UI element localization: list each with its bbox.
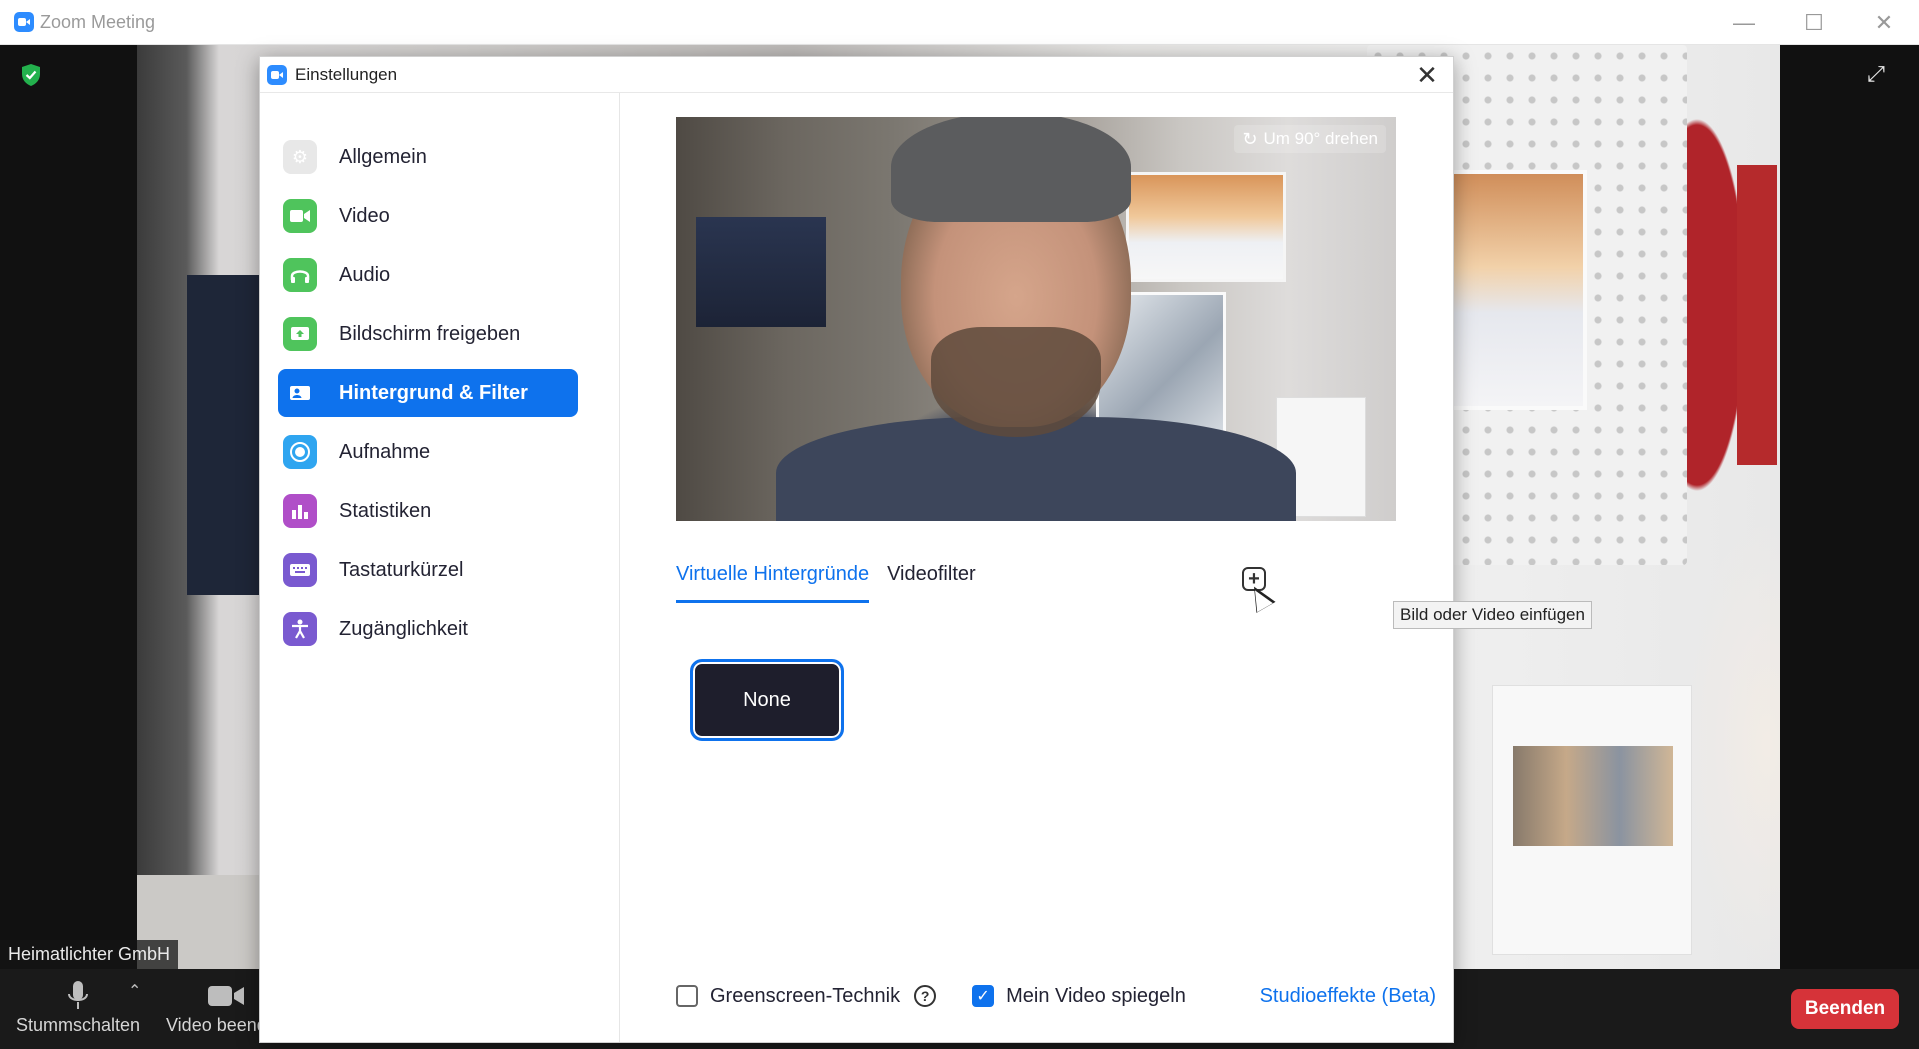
sidebar-item-label: Audio [339,263,391,286]
sidebar-item-zugaenglichkeit[interactable]: Zugänglichkeit [278,605,578,653]
rotate-label: Um 90° drehen [1263,129,1378,148]
settings-dialog: Einstellungen ✕ ⚙ Allgemein Video Audio … [259,56,1592,1043]
share-screen-icon [283,317,317,351]
video-camera-icon [206,977,246,1015]
video-background-poster [1437,170,1587,410]
add-background-tooltip: Bild oder Video einfügen [1393,601,1592,629]
participant-name-label: Heimatlichter GmbH [0,940,179,970]
audio-options-chevron-up-icon[interactable]: ⌃ [128,981,141,1001]
preview-painting [696,217,826,327]
rotate-icon: ↻ [1242,128,1258,149]
mute-label: Stummschalten [16,1015,141,1035]
sidebar-item-label: Hintergrund & Filter [339,381,528,404]
sidebar-item-label: Bildschirm freigeben [339,322,521,345]
microphone-icon [58,977,98,1015]
sidebar-item-hintergrund-filter[interactable]: Hintergrund & Filter [278,369,578,417]
preview-person-cap [891,117,1131,222]
greenscreen-label[interactable]: Greenscreen-Technik [710,985,900,1008]
studio-effects-link[interactable]: Studioeffekte (Beta) [1260,985,1436,1008]
settings-content: ↻ Um 90° drehen Virtuelle Hintergründe V… [621,93,1592,1042]
video-camera-icon [283,199,317,233]
minimize-button[interactable]: — [1709,0,1779,45]
fullscreen-icon[interactable]: ⤢ [1863,61,1889,87]
window-title: Zoom Meeting [40,11,156,32]
sidebar-item-label: Statistiken [339,499,432,522]
tab-virtual-backgrounds[interactable]: Virtuelle Hintergründe [676,563,870,603]
window-controls: — ☐ ✕ [1709,0,1919,45]
background-tabs: Virtuelle Hintergründe Videofilter [676,563,994,603]
background-options-bar: Greenscreen-Technik ? ✓ Mein Video spieg… [676,981,1436,1011]
close-window-button[interactable]: ✕ [1849,0,1919,45]
sidebar-item-statistiken[interactable]: Statistiken [278,487,578,535]
preview-person-beard [931,327,1101,437]
close-settings-button[interactable]: ✕ [1411,59,1443,91]
zoom-app-icon [267,64,287,85]
sidebar-item-aufnahme[interactable]: Aufnahme [278,428,578,476]
rotate-video-button[interactable]: ↻ Um 90° drehen [1234,125,1386,153]
statistics-icon [283,494,317,528]
mirror-video-checkbox[interactable]: ✓ [972,985,995,1007]
keyboard-icon [283,553,317,587]
sidebar-item-label: Zugänglichkeit [339,617,468,640]
record-icon [283,435,317,469]
video-background-red-panel [1737,165,1777,465]
window-titlebar: Zoom Meeting — ☐ ✕ [0,0,1919,45]
sidebar-item-label: Allgemein [339,145,427,168]
sidebar-item-allgemein[interactable]: ⚙ Allgemein [278,133,578,181]
mute-button[interactable]: Stummschalten [16,977,140,1036]
background-option-none[interactable]: None [690,659,844,741]
greenscreen-checkbox[interactable] [676,985,698,1007]
accessibility-icon [283,612,317,646]
settings-sidebar: ⚙ Allgemein Video Audio Bildschirm freig… [260,93,620,1042]
sidebar-item-label: Aufnahme [339,440,431,463]
headphones-icon [283,258,317,292]
book-cover-photos [1513,746,1673,846]
video-background-book [1492,685,1692,955]
zoom-app-icon [14,12,34,32]
sidebar-item-bildschirm-freigeben[interactable]: Bildschirm freigeben [278,310,578,358]
maximize-button[interactable]: ☐ [1779,0,1849,45]
sidebar-item-label: Tastaturkürzel [339,558,464,581]
sidebar-item-tastaturkuerzel[interactable]: Tastaturkürzel [278,546,578,594]
settings-title: Einstellungen [295,64,398,84]
encryption-shield-icon[interactable] [20,63,42,87]
gear-icon: ⚙ [283,140,317,174]
video-preview: ↻ Um 90° drehen [676,117,1396,521]
help-icon[interactable]: ? [914,985,937,1007]
sidebar-item-label: Video [339,204,390,227]
sidebar-item-audio[interactable]: Audio [278,251,578,299]
background-icon [283,376,317,410]
settings-titlebar: Einstellungen ✕ [260,57,1453,93]
end-meeting-button[interactable]: Beenden [1791,989,1899,1029]
sidebar-item-video[interactable]: Video [278,192,578,240]
tab-video-filters[interactable]: Videofilter [887,563,976,603]
preview-winter-picture [1126,172,1286,282]
mirror-video-label[interactable]: Mein Video spiegeln [1006,985,1186,1008]
